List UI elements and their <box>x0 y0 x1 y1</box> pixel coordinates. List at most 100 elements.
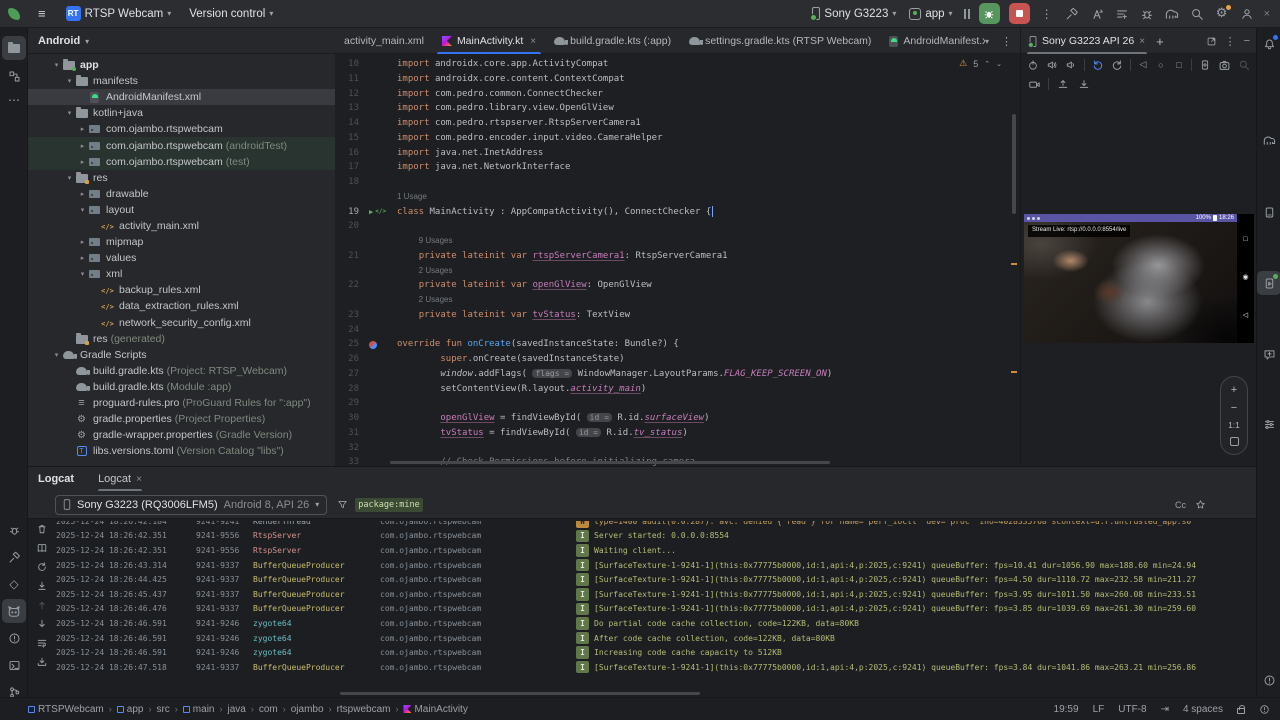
build-variants-button[interactable] <box>1114 6 1130 22</box>
tree-item[interactable]: ▾res <box>28 170 335 186</box>
build-tool-button[interactable] <box>2 545 26 569</box>
attach-debugger-button[interactable] <box>1139 6 1155 22</box>
stop-button[interactable] <box>1009 3 1030 24</box>
terminal-tool-button[interactable] <box>2 653 26 677</box>
tree-item[interactable]: activity_main.xml <box>28 218 335 234</box>
profiler-button[interactable] <box>964 9 970 19</box>
structure-tool-button[interactable] <box>2 64 26 88</box>
tree-item[interactable]: res(generated) <box>28 331 335 347</box>
editor-tab[interactable]: settings.gradle.kts (RTSP Webcam) <box>680 28 880 54</box>
editor-tab[interactable]: activity_main.xml <box>335 28 433 54</box>
zoom-in-button[interactable]: + <box>1231 385 1237 396</box>
problems-view-button[interactable] <box>1257 668 1280 692</box>
search-everywhere-button[interactable] <box>1189 6 1205 22</box>
more-actions-button[interactable]: ⋮ <box>1039 7 1055 21</box>
android-home-button[interactable]: ○ <box>1155 58 1166 72</box>
inspections-status-icon[interactable] <box>1259 704 1270 715</box>
indent-setting[interactable]: 4 spaces <box>1183 704 1223 715</box>
zoom-reset-button[interactable]: 1:1 <box>1228 421 1240 430</box>
editor-tab[interactable]: MainActivity.kt× <box>433 28 545 54</box>
assistant-button[interactable] <box>1257 342 1280 366</box>
tab-options-icon[interactable]: ⋮ <box>1001 35 1012 48</box>
code-editor[interactable]: 10import androidx.core.app.ActivityCompa… <box>335 54 1020 466</box>
rotate-left-button[interactable] <box>1092 58 1104 72</box>
soft-wrap-icon[interactable] <box>36 637 48 649</box>
tree-item[interactable]: ▾layout <box>28 202 335 218</box>
tree-item[interactable]: ▾app <box>28 57 335 73</box>
readonly-lock-icon[interactable] <box>1237 708 1245 714</box>
run-config-selector[interactable]: app ▾ <box>907 5 954 23</box>
tree-item[interactable]: AndroidManifest.xml <box>28 89 335 105</box>
close-icon[interactable]: × <box>1139 36 1145 47</box>
logcat-tab[interactable]: Logcat × <box>98 467 142 491</box>
settings-button[interactable]: ⚙ <box>1214 6 1230 22</box>
close-icon[interactable]: × <box>136 474 142 485</box>
tree-item[interactable]: gradle-wrapper.properties(Gradle Version… <box>28 427 335 443</box>
logcat-device-selector[interactable]: Sony G3223 (RQ3006LFM5) Android 8, API 2… <box>55 495 327 515</box>
editor-scrollbar[interactable] <box>1010 54 1018 466</box>
gradle-sync-button[interactable] <box>1164 6 1180 22</box>
notifications-button[interactable] <box>1257 32 1280 56</box>
device-screen[interactable]: 100% 18:26 Stream Live: rtsp://0.0.0.0:8… <box>1024 214 1254 343</box>
debug-tool-button[interactable] <box>2 518 26 542</box>
device-settings-button[interactable] <box>1199 58 1211 72</box>
zoom-fit-button[interactable] <box>1230 437 1239 446</box>
resource-manager-button[interactable]: ◇ <box>2 572 26 596</box>
inspection-widget[interactable]: ⚠ 5 ⌃ ⌄ <box>959 58 1002 69</box>
volume-up-button[interactable] <box>1046 58 1058 72</box>
device-selector[interactable]: Sony G3223 ▾ <box>810 4 898 23</box>
screenshot-button[interactable] <box>1218 58 1231 72</box>
clear-logcat-icon[interactable] <box>36 523 48 535</box>
override-method-icon[interactable] <box>369 341 377 349</box>
app-quality-insights-button[interactable] <box>1257 412 1280 436</box>
nav-home-icon[interactable]: ◉ <box>1242 274 1248 281</box>
tree-item[interactable]: ▾Gradle Scripts <box>28 347 335 363</box>
logcat-filter-input[interactable]: package:mine <box>337 495 1165 515</box>
runnable-code-icon[interactable]: </> <box>375 208 386 215</box>
tree-item[interactable]: gradle.properties(Project Properties) <box>28 411 335 427</box>
tree-item[interactable]: build.gradle.kts(Project: RTSP_Webcam) <box>28 363 335 379</box>
tree-item[interactable]: ▾xml <box>28 266 335 282</box>
tree-item[interactable]: ▸mipmap <box>28 234 335 250</box>
scroll-to-end-icon[interactable] <box>36 580 48 592</box>
volume-down-button[interactable] <box>1065 58 1077 72</box>
tree-item[interactable]: ▸com.ojambo.rtspwebcam(androidTest) <box>28 137 335 153</box>
android-overview-button[interactable]: □ <box>1173 58 1184 72</box>
tree-item[interactable]: ▸com.ojambo.rtspwebcam(test) <box>28 154 335 170</box>
tree-item[interactable]: build.gradle.kts(Module :app) <box>28 379 335 395</box>
gradle-tool-button[interactable] <box>1257 128 1280 152</box>
save-file-button[interactable] <box>1077 77 1091 91</box>
tree-item[interactable]: proguard-rules.pro(ProGuard Rules for ":… <box>28 395 335 411</box>
logcat-hscrollbar[interactable] <box>340 692 700 695</box>
project-tool-button[interactable] <box>2 36 26 60</box>
export-logs-icon[interactable] <box>36 656 48 668</box>
close-icon[interactable]: × <box>530 36 536 47</box>
breadcrumb-item[interactable]: com <box>259 704 278 715</box>
match-case-button[interactable]: Cc <box>1175 500 1186 510</box>
breadcrumb-item[interactable]: java <box>227 704 245 715</box>
record-video-button[interactable] <box>1027 77 1041 91</box>
tree-item[interactable]: network_security_config.xml <box>28 315 335 331</box>
project-view-selector[interactable]: Android ▾ <box>30 28 330 54</box>
nav-overview-icon[interactable]: □ <box>1243 236 1247 243</box>
previous-occurrence-icon[interactable] <box>36 599 48 611</box>
hide-panel-icon[interactable]: − <box>1244 35 1250 47</box>
project-widget[interactable]: RT RTSP Webcam ▾ <box>60 3 178 24</box>
breadcrumb-item[interactable]: rtspwebcam <box>337 704 391 715</box>
next-issue-icon[interactable]: ⌄ <box>996 60 1002 68</box>
breadcrumb-item[interactable]: main <box>183 704 215 715</box>
breadcrumb-item[interactable]: src <box>156 704 169 715</box>
zoom-out-button[interactable]: − <box>1231 403 1237 414</box>
device-explorer-button[interactable] <box>1257 200 1280 224</box>
line-ending[interactable]: LF <box>1093 704 1105 715</box>
breadcrumb-item[interactable]: app <box>117 704 144 715</box>
nav-back-icon[interactable]: ◁ <box>1243 312 1248 319</box>
tree-item[interactable]: ▸drawable <box>28 186 335 202</box>
breadcrumb-item[interactable]: ojambo <box>291 704 324 715</box>
restart-logcat-icon[interactable] <box>36 561 48 573</box>
debug-run-button[interactable] <box>979 3 1000 24</box>
editor-hscrollbar[interactable] <box>390 461 830 464</box>
encoding[interactable]: UTF-8 <box>1118 704 1146 715</box>
android-back-button[interactable]: ◁ <box>1138 58 1149 72</box>
device-tab[interactable]: Sony G3223 API 26 × <box>1027 28 1147 54</box>
